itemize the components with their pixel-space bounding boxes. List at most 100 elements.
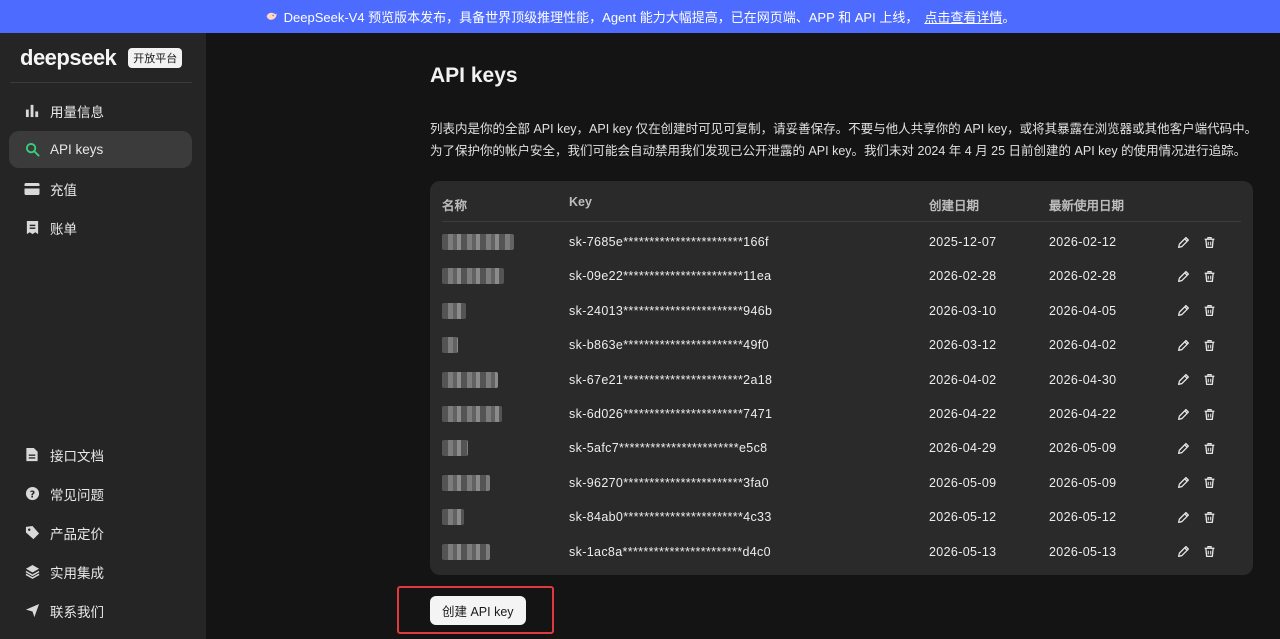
delete-icon[interactable] (1201, 475, 1217, 491)
last-used-date: 2026-04-02 (1049, 338, 1117, 353)
key-value: sk-09e22***********************11ea (569, 269, 772, 284)
last-used-date: 2026-02-12 (1049, 235, 1117, 249)
redacted-key-name (442, 268, 504, 285)
redacted-key-name (442, 337, 458, 354)
sidebar-item-billing[interactable]: 账单 (9, 209, 192, 246)
layers-icon (24, 564, 40, 580)
sidebar-item-label: 充值 (50, 182, 77, 198)
created-date: 2026-02-28 (929, 269, 997, 284)
row-actions (1175, 268, 1217, 284)
delete-icon[interactable] (1201, 509, 1217, 525)
key-value: sk-1ac8a***********************d4c0 (569, 544, 771, 559)
banner-link[interactable]: 点击查看详情 (924, 7, 1002, 26)
description-line-2: 为了保护你的帐户安全，我们可能会自动禁用我们发现已公开泄露的 API key。我… (430, 144, 1247, 158)
sidebar-item-faq[interactable]: ? 常见问题 (9, 475, 192, 512)
sidebar-item-label: 接口文档 (50, 448, 104, 464)
table-header: 名称 Key 创建日期 最新使用日期 (442, 181, 1241, 222)
edit-icon[interactable] (1175, 475, 1191, 491)
redacted-key-name (442, 234, 514, 250)
column-header-key: Key (569, 195, 592, 209)
delete-icon[interactable] (1201, 337, 1217, 353)
delete-icon[interactable] (1201, 440, 1217, 456)
delete-icon[interactable] (1201, 234, 1217, 250)
row-actions (1175, 544, 1217, 560)
delete-icon[interactable] (1201, 268, 1217, 284)
last-used-date: 2026-04-22 (1049, 407, 1117, 421)
edit-icon[interactable] (1175, 544, 1191, 560)
row-actions (1175, 475, 1217, 491)
key-value: sk-24013***********************946b (569, 303, 773, 318)
edit-icon[interactable] (1175, 337, 1191, 353)
logo[interactable]: deepseek (20, 45, 117, 71)
banner-text: DeepSeek-V4 预览版本发布，具备世界顶级推理性能，Agent 能力大幅… (283, 10, 919, 25)
delete-icon[interactable] (1201, 544, 1217, 560)
edit-icon[interactable] (1175, 509, 1191, 525)
row-actions (1175, 337, 1217, 353)
edit-icon[interactable] (1175, 268, 1191, 284)
column-header-created: 创建日期 (929, 199, 980, 213)
table-row: sk-1ac8a***********************d4c0 2026-… (442, 535, 1241, 569)
edit-icon[interactable] (1175, 303, 1191, 319)
key-value: sk-6d026***********************7471 (569, 407, 773, 421)
delete-icon[interactable] (1201, 303, 1217, 319)
card-icon (24, 181, 40, 197)
sidebar-nav-bottom: 接口文档 ? 常见问题 产品定价 实用集成 联系我们 (9, 436, 192, 631)
sidebar-item-integrations[interactable]: 实用集成 (9, 553, 192, 590)
sidebar-item-label: 常见问题 (50, 487, 104, 503)
sidebar-item-label: 用量信息 (50, 104, 104, 120)
sidebar-divider (10, 82, 192, 83)
main-content: API keys 列表内是你的全部 API key，API key 仅在创建时可… (206, 33, 1280, 639)
sidebar-item-api-keys[interactable]: API keys (9, 131, 192, 168)
description-line-1: 列表内是你的全部 API key，API key 仅在创建时可见可复制，请妥善保… (430, 122, 1258, 136)
key-value: sk-96270***********************3fa0 (569, 475, 769, 490)
tag-icon (24, 525, 40, 541)
delete-icon[interactable] (1201, 406, 1217, 422)
sidebar-item-usage[interactable]: 用量信息 (9, 92, 192, 129)
edit-icon[interactable] (1175, 372, 1191, 388)
redacted-key-name (442, 371, 498, 388)
description: 列表内是你的全部 API key，API key 仅在创建时可见可复制，请妥善保… (430, 118, 1270, 162)
edit-icon[interactable] (1175, 234, 1191, 250)
redacted-key-name (442, 302, 466, 319)
sidebar-item-contact[interactable]: 联系我们 (9, 592, 192, 629)
sidebar-item-label: 账单 (50, 221, 77, 237)
key-value: sk-84ab0***********************4c33 (569, 510, 772, 525)
page-title: API keys (430, 64, 518, 87)
key-value: sk-5afc7***********************e5c8 (569, 441, 768, 456)
key-value: sk-7685e***********************166f (569, 235, 769, 249)
table-row: sk-6d026***********************7471 2026-… (442, 397, 1241, 431)
key-value: sk-b863e***********************49f0 (569, 338, 769, 353)
edit-icon[interactable] (1175, 440, 1191, 456)
banner-suffix: 。 (1002, 10, 1016, 25)
svg-text:?: ? (29, 489, 34, 500)
created-date: 2026-03-12 (929, 338, 997, 353)
bar-chart-icon (24, 103, 40, 119)
search-key-icon (24, 142, 40, 158)
sidebar-nav-top: 用量信息 API keys 充值 账单 (9, 92, 192, 248)
column-header-last-used: 最新使用日期 (1049, 199, 1125, 213)
sidebar: deepseek 开放平台 用量信息 API keys 充值 账单 接口文档 ?… (0, 33, 206, 639)
table-row: sk-7685e***********************166f 2025-… (442, 225, 1241, 259)
table-row: sk-b863e***********************49f0 2026-… (442, 328, 1241, 362)
document-icon (24, 447, 40, 463)
sidebar-item-topup[interactable]: 充值 (9, 170, 192, 207)
whale-icon (265, 9, 278, 25)
table-row: sk-96270***********************3fa0 2026-… (442, 466, 1241, 500)
last-used-date: 2026-04-30 (1049, 372, 1117, 387)
table-row: sk-67e21***********************2a18 2026-… (442, 363, 1241, 397)
create-api-key-button[interactable]: 创建 API key (430, 596, 526, 625)
bill-icon (24, 220, 40, 236)
table-row: sk-09e22***********************11ea 2026-… (442, 259, 1241, 293)
edit-icon[interactable] (1175, 406, 1191, 422)
redacted-key-name (442, 509, 464, 526)
sidebar-item-label: 产品定价 (50, 526, 104, 542)
sidebar-item-pricing[interactable]: 产品定价 (9, 514, 192, 551)
redacted-key-name (442, 440, 468, 457)
created-date: 2026-04-02 (929, 372, 997, 387)
delete-icon[interactable] (1201, 372, 1217, 388)
logo-row: deepseek 开放平台 (20, 45, 183, 71)
row-actions (1175, 440, 1217, 456)
redacted-key-name (442, 474, 490, 491)
sidebar-item-label: API keys (50, 142, 104, 157)
sidebar-item-docs[interactable]: 接口文档 (9, 436, 192, 473)
